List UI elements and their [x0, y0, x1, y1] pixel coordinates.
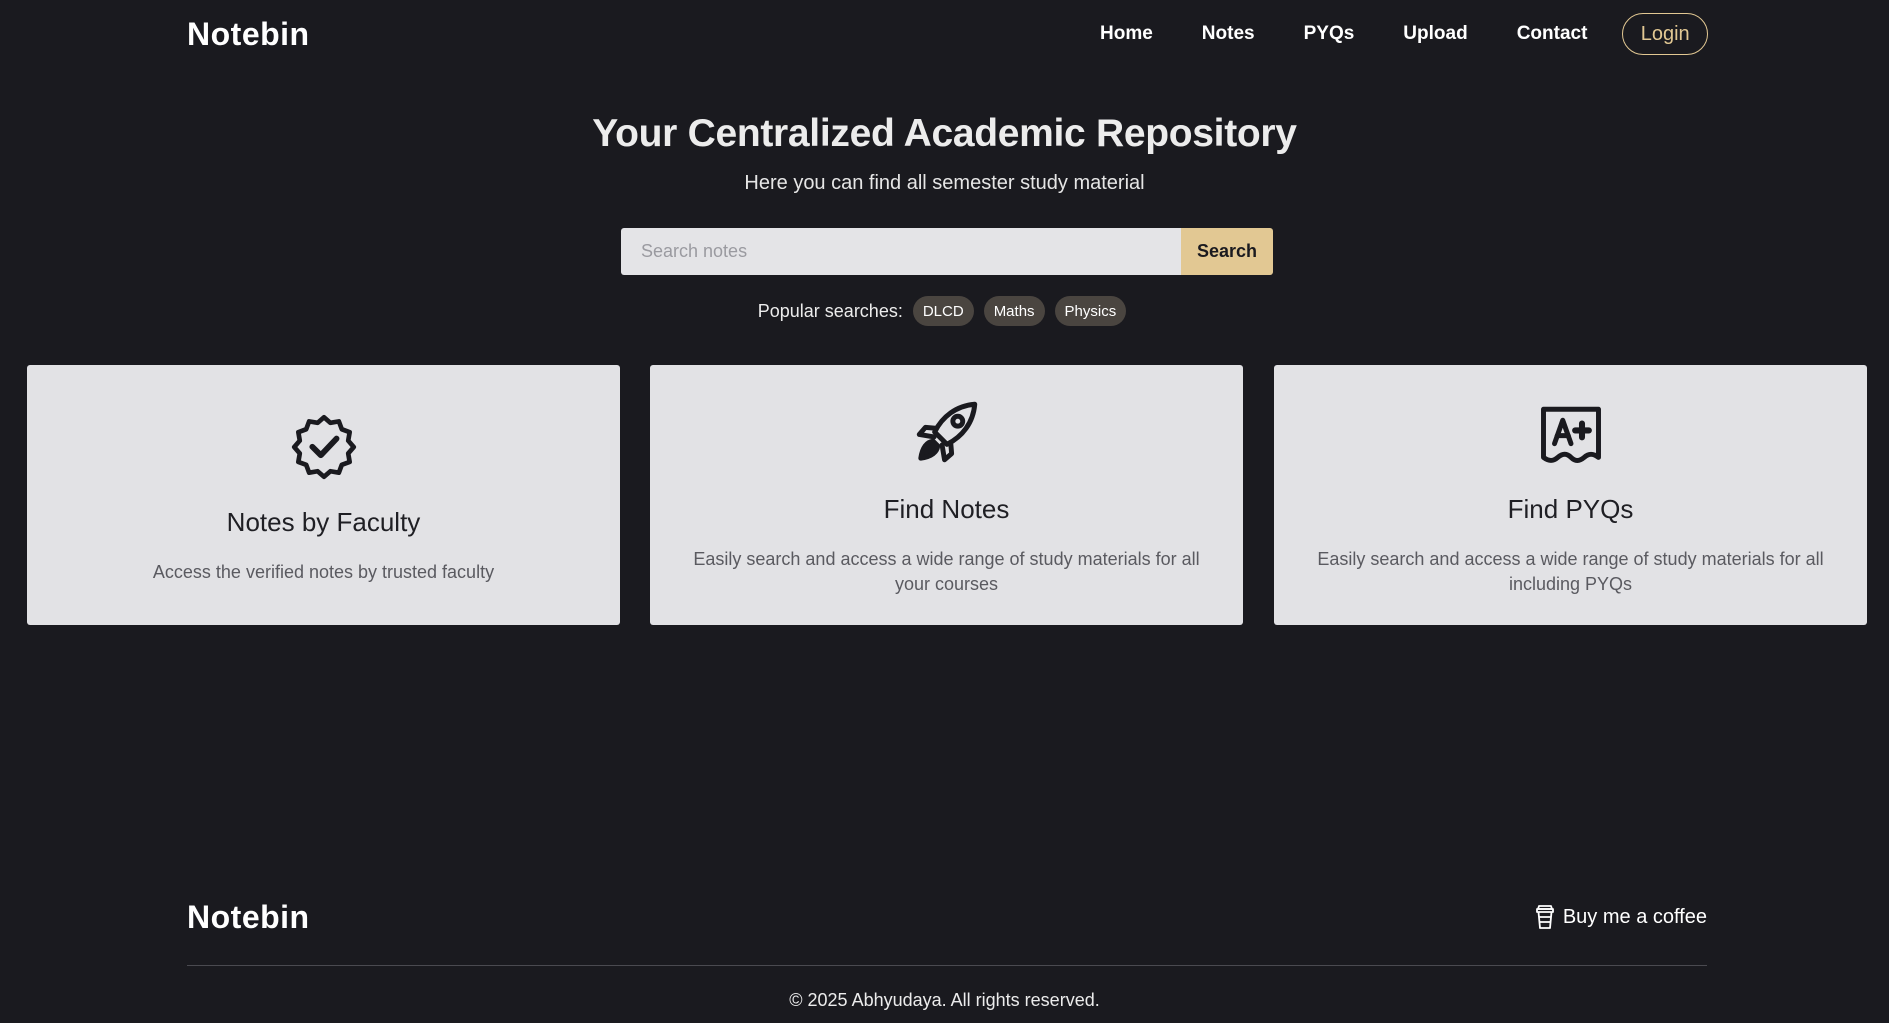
card-description: Easily search and access a wide range of…: [1317, 549, 1824, 594]
feature-card-find-notes[interactable]: Find Notes Easily search and access a wi…: [650, 365, 1243, 625]
search-input[interactable]: [621, 228, 1181, 275]
verified-badge-icon: [291, 414, 356, 480]
feature-card-find-pyqs[interactable]: Find PYQs Easily search and access a wid…: [1274, 365, 1867, 625]
login-button[interactable]: Login: [1622, 13, 1708, 55]
nav-home-link[interactable]: Home: [1100, 23, 1153, 45]
grade-a-plus-icon: [1540, 406, 1601, 463]
brand-logo[interactable]: Notebin: [187, 16, 310, 53]
nav-contact-link[interactable]: Contact: [1517, 23, 1588, 45]
popular-tag-dlcd[interactable]: DLCD: [912, 296, 974, 326]
search-button[interactable]: Search: [1181, 228, 1273, 275]
buy-me-a-coffee-label: Buy me a coffee: [1562, 905, 1707, 928]
card-description: Easily search and access a wide range of…: [693, 549, 1200, 594]
card-title: Find PYQs: [1507, 494, 1634, 524]
card-title: Find Notes: [883, 494, 1010, 524]
card-title: Notes by Faculty: [226, 507, 421, 537]
search-bar: Search: [621, 228, 1273, 275]
buy-me-a-coffee-link[interactable]: Buy me a coffee: [1535, 902, 1707, 932]
nav-notes-link[interactable]: Notes: [1202, 23, 1255, 45]
nav-pyqs-link[interactable]: PYQs: [1304, 23, 1355, 45]
hero-title: Your Centralized Academic Repository: [592, 112, 1297, 155]
nav-upload-link[interactable]: Upload: [1403, 23, 1467, 45]
coffee-cup-icon: [1535, 905, 1554, 929]
main-nav: Home Notes PYQs Upload Contact Login: [1100, 12, 1708, 56]
popular-searches: Popular searches: DLCD Maths Physics: [0, 296, 1889, 326]
footer-brand-logo[interactable]: Notebin: [187, 899, 310, 936]
popular-searches-label: Popular searches:: [757, 300, 903, 321]
popular-tag-physics[interactable]: Physics: [1054, 296, 1127, 326]
hero-subtitle: Here you can find all semester study mat…: [744, 172, 1145, 194]
rocket-icon: [916, 401, 977, 463]
card-description: Access the verified notes by trusted fac…: [152, 562, 495, 582]
copyright-text: © 2025 Abhyudaya. All rights reserved.: [789, 990, 1100, 1010]
site-header: Notebin Home Notes PYQs Upload Contact L…: [0, 0, 1889, 70]
popular-tag-maths[interactable]: Maths: [983, 296, 1045, 326]
feature-card-notes-by-faculty[interactable]: Notes by Faculty Access the verified not…: [27, 365, 620, 625]
footer-divider: [187, 965, 1707, 966]
